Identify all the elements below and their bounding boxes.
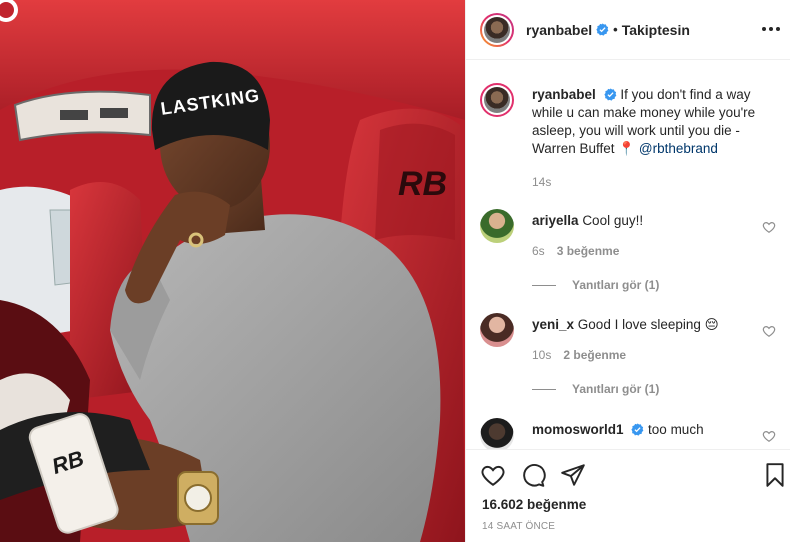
replies-line — [532, 388, 556, 390]
comment-body: Cool guy!! — [582, 213, 644, 228]
comment-username[interactable]: yeni_x — [532, 317, 574, 332]
caption-username[interactable]: ryanbabel — [532, 87, 596, 102]
comment-meta: 10s 2 beğenme — [532, 348, 626, 362]
comment-like-icon[interactable] — [762, 220, 776, 234]
follow-status[interactable]: Takiptesin — [622, 22, 690, 38]
share-icon[interactable] — [560, 462, 586, 488]
comment-age: 10s — [532, 348, 552, 362]
bookmark-icon[interactable] — [762, 462, 788, 488]
comment-username[interactable]: ariyella — [532, 213, 579, 228]
comment-item: ariyella Cool guy!! 6s 3 beğenme Yanıtlar… — [480, 209, 780, 299]
comment-avatar[interactable] — [480, 418, 514, 449]
heart-icon[interactable] — [480, 462, 506, 488]
comment-body: Good I love sleeping 😔 — [577, 317, 719, 332]
replies-line — [532, 284, 556, 286]
comment-avatar[interactable] — [480, 313, 514, 347]
comment-item: yeni_x Good I love sleeping 😔 10s 2 beğen… — [480, 313, 780, 403]
comment-username[interactable]: momosworld1 — [532, 422, 624, 437]
comment-meta: 6s 3 beğenme — [532, 244, 619, 258]
post-photo[interactable]: RB LASTKING RB — [0, 0, 465, 542]
comment-age: 6s — [532, 244, 545, 258]
post-photo-illustration: RB LASTKING RB — [0, 0, 465, 542]
comment-text: momosworld1 too much — [532, 421, 762, 439]
comment-likes[interactable]: 3 beğenme — [557, 244, 620, 258]
caption-text: ryanbabel If you don't find a way while … — [532, 86, 772, 158]
view-replies-button[interactable]: Yanıtları gör (1) — [532, 278, 659, 292]
comment-body: too much — [648, 422, 704, 437]
comments-list[interactable]: ryanbabel If you don't find a way while … — [466, 61, 790, 449]
verified-badge-icon — [603, 88, 616, 101]
header-separator: • — [613, 22, 618, 37]
caption-age: 14s — [532, 175, 552, 189]
comment-item: momosworld1 too much — [480, 418, 780, 449]
view-replies-label[interactable]: Yanıtları gör (1) — [572, 278, 659, 292]
view-replies-button[interactable]: Yanıtları gör (1) — [532, 382, 659, 396]
comment-like-icon[interactable] — [762, 429, 776, 443]
like-count[interactable]: 16.602 beğenme — [482, 497, 586, 512]
author-username[interactable]: ryanbabel — [526, 22, 592, 38]
post-header: ryanbabel • Takiptesin — [466, 0, 790, 60]
post-timestamp[interactable]: 14 SAAT ÖNCE — [482, 521, 555, 532]
caption: ryanbabel If you don't find a way while … — [480, 83, 780, 213]
verified-badge-icon — [596, 23, 609, 36]
comment-text: ariyella Cool guy!! — [532, 212, 762, 230]
comment-icon[interactable] — [520, 462, 546, 488]
more-options-icon[interactable] — [759, 19, 783, 39]
caption-avatar[interactable] — [480, 83, 514, 117]
comment-like-icon[interactable] — [762, 324, 776, 338]
caption-mention[interactable]: @rbthebrand — [639, 141, 718, 156]
post-side-panel: ryanbabel • Takiptesin ryanbabel If you … — [465, 0, 790, 542]
post-actions: 16.602 beğenme 14 SAAT ÖNCE — [466, 449, 790, 542]
comment-likes[interactable]: 2 beğenme — [563, 348, 626, 362]
verified-badge-icon — [631, 423, 644, 436]
comment-text: yeni_x Good I love sleeping 😔 — [532, 316, 762, 334]
author-avatar[interactable] — [480, 12, 514, 47]
view-replies-label[interactable]: Yanıtları gör (1) — [572, 382, 659, 396]
seat-logo: RB — [398, 165, 447, 203]
instagram-post-view: RB LASTKING RB ryanbabel • Takiptesin ry… — [0, 0, 790, 542]
comment-avatar[interactable] — [480, 209, 514, 243]
